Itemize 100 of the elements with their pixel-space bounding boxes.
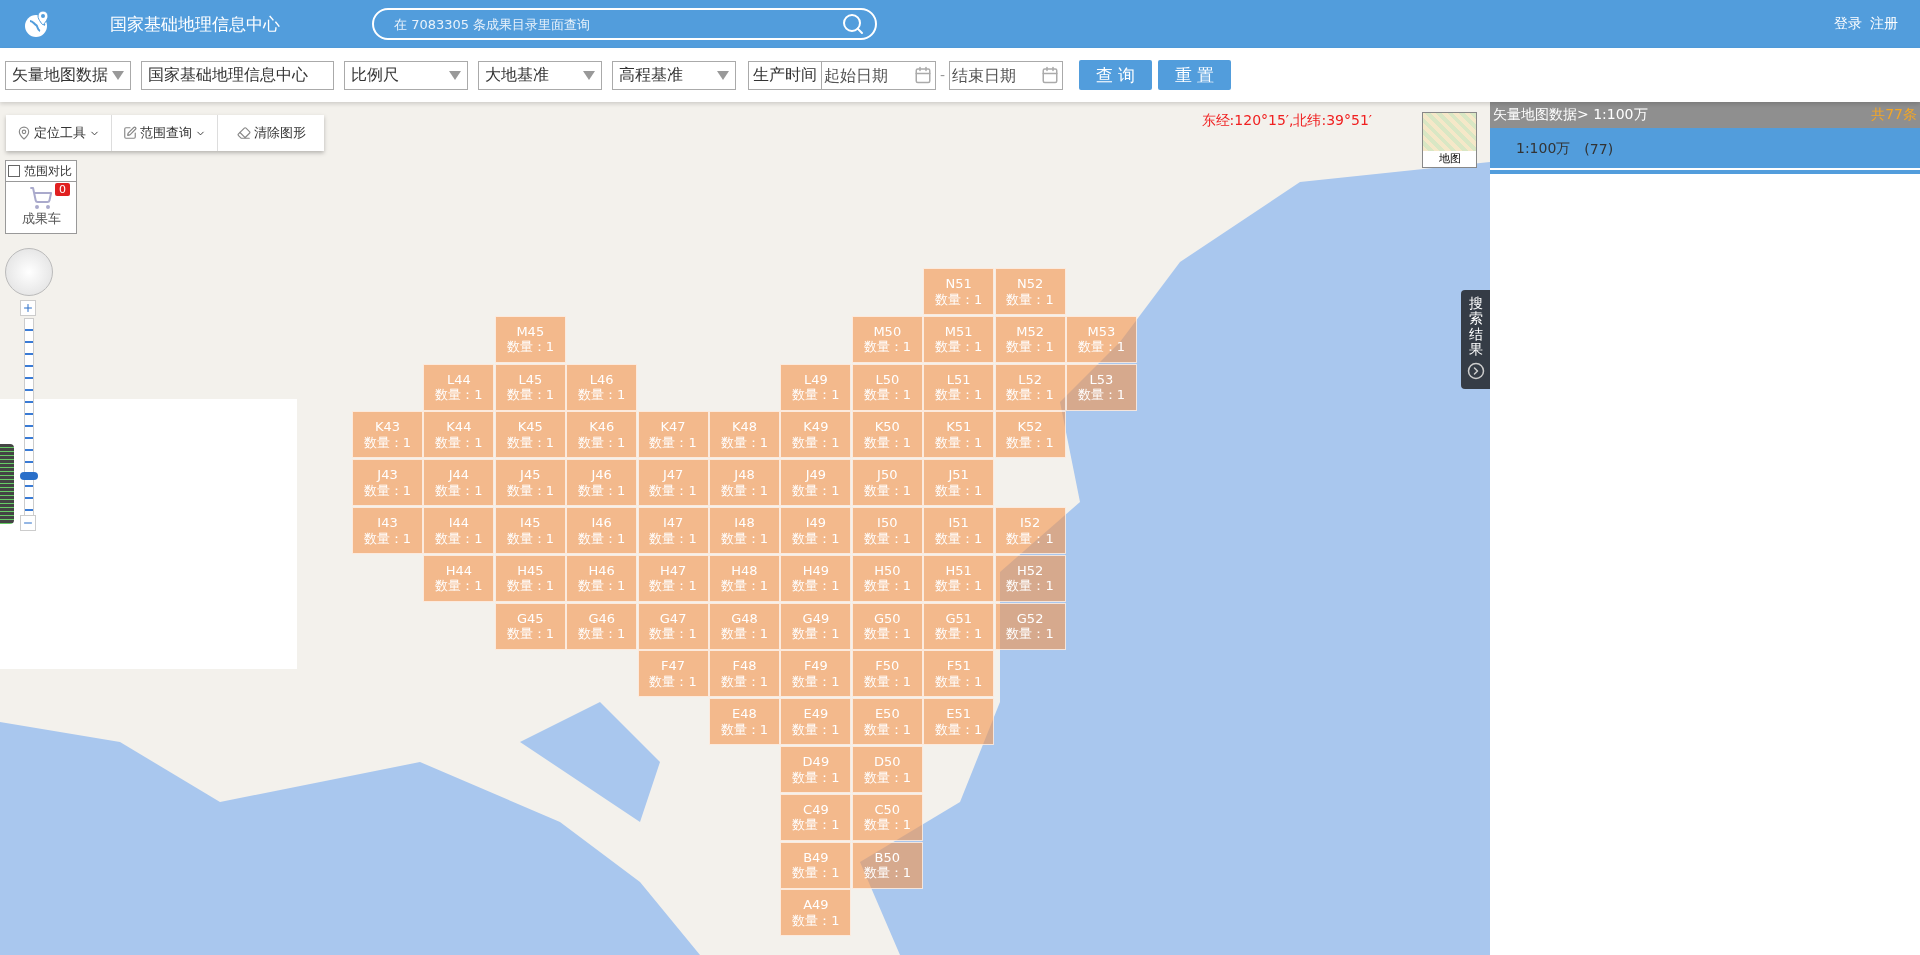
map-sheet-cell[interactable]: I47 数量：1 (637, 507, 709, 554)
map-sheet-cell[interactable]: M51 数量：1 (923, 315, 995, 363)
map-sheet-cell[interactable]: L52 数量：1 (994, 363, 1066, 411)
map-sheet-cell[interactable]: J46 数量：1 (566, 459, 638, 507)
map-sheet-cell[interactable]: G48 数量：1 (709, 602, 780, 650)
map-sheet-cell[interactable]: I49 数量：1 (780, 507, 852, 554)
map-sheet-cell[interactable]: L49 数量：1 (780, 363, 852, 411)
reset-button[interactable]: 重 置 (1158, 60, 1232, 90)
map-sheet-cell[interactable]: H52 数量：1 (994, 554, 1066, 602)
map-sheet-cell[interactable]: L46 数量：1 (566, 363, 638, 411)
map-sheet-cell[interactable]: F51 数量：1 (923, 650, 995, 698)
search-field[interactable]: 在 7083305 条成果目录里面查询 (372, 8, 877, 40)
map-sheet-cell[interactable]: I50 数量：1 (851, 507, 923, 554)
map-sheet-cell[interactable]: I44 数量：1 (423, 507, 495, 554)
map-tool-button[interactable]: 清除图形 (218, 115, 324, 151)
map-sheet-cell[interactable]: E48 数量：1 (709, 698, 780, 746)
map-sheet-cell[interactable]: C50 数量：1 (851, 793, 923, 841)
map-sheet-cell[interactable]: J49 数量：1 (780, 459, 852, 507)
map-sheet-cell[interactable]: G52 数量：1 (994, 602, 1066, 650)
map-sheet-cell[interactable]: I52 数量：1 (994, 507, 1066, 554)
map-sheet-cell[interactable]: J45 数量：1 (494, 459, 566, 507)
search-results-tab[interactable]: 搜索结果 (1461, 290, 1490, 389)
map-sheet-cell[interactable]: J51 数量：1 (923, 459, 995, 507)
map-sheet-cell[interactable]: J44 数量：1 (423, 459, 495, 507)
map-sheet-cell[interactable]: I46 数量：1 (566, 507, 638, 554)
map-sheet-cell[interactable]: F48 数量：1 (709, 650, 780, 698)
map-sheet-cell[interactable]: K52 数量：1 (994, 411, 1066, 459)
map-sheet-cell[interactable]: L50 数量：1 (851, 363, 923, 411)
map-tool-button[interactable]: 定位工具 (6, 115, 112, 151)
map-sheet-cell[interactable]: F49 数量：1 (780, 650, 852, 698)
map-sheet-cell[interactable]: M50 数量：1 (851, 315, 923, 363)
map-sheet-cell[interactable]: K48 数量：1 (709, 411, 780, 459)
map-sheet-cell[interactable]: F47 数量：1 (637, 650, 709, 698)
map-sheet-cell[interactable]: B49 数量：1 (780, 841, 852, 889)
map-sheet-cell[interactable]: H49 数量：1 (780, 554, 852, 602)
map-sheet-cell[interactable]: B50 数量：1 (851, 841, 923, 889)
map-sheet-cell[interactable]: K46 数量：1 (566, 411, 638, 459)
filter-dropdown[interactable]: 高程基准 (612, 60, 736, 90)
start-date-field[interactable]: 起始日期 (822, 60, 936, 90)
map-sheet-cell[interactable]: F50 数量：1 (851, 650, 923, 698)
map-sheet-cell[interactable]: K43 数量：1 (352, 411, 423, 459)
zoom-in-button[interactable] (20, 300, 36, 316)
map-sheet-cell[interactable]: G47 数量：1 (637, 602, 709, 650)
map-sheet-cell[interactable]: L53 数量：1 (1066, 363, 1137, 411)
filter-dropdown[interactable]: 矢量地图数据 (5, 60, 131, 90)
map-sheet-cell[interactable]: H46 数量：1 (566, 554, 638, 602)
filter-dropdown[interactable]: 大地基准 (478, 60, 602, 90)
map-sheet-cell[interactable]: K44 数量：1 (423, 411, 495, 459)
map-sheet-cell[interactable]: J48 数量：1 (709, 459, 780, 507)
map-sheet-cell[interactable]: G45 数量：1 (494, 602, 566, 650)
calendar-icon[interactable] (914, 65, 932, 84)
end-date-field[interactable]: 结束日期 (949, 60, 1064, 90)
map-sheet-cell[interactable]: J43 数量：1 (352, 459, 423, 507)
map-sheet-cell[interactable]: K51 数量：1 (923, 411, 995, 459)
map-sheet-cell[interactable]: L45 数量：1 (494, 363, 566, 411)
layer-switch-button[interactable]: 地图 (1422, 112, 1477, 168)
zoom-out-button[interactable] (20, 515, 36, 531)
header-link[interactable]: 登录 (1834, 15, 1862, 33)
map-sheet-cell[interactable]: H45 数量：1 (494, 554, 566, 602)
map-sheet-cell[interactable]: N51 数量：1 (923, 268, 995, 315)
map-sheet-cell[interactable]: G49 数量：1 (780, 602, 852, 650)
result-item[interactable]: 1:100万 (77) (1490, 128, 1920, 174)
map-sheet-cell[interactable]: J50 数量：1 (851, 459, 923, 507)
map-sheet-cell[interactable]: H48 数量：1 (709, 554, 780, 602)
filter-field[interactable]: 国家基础地理信息中心 (141, 60, 334, 90)
map-sheet-cell[interactable]: I43 数量：1 (352, 507, 423, 554)
map-tool-button[interactable]: 范围查询 (112, 115, 218, 151)
map-sheet-cell[interactable]: A49 数量：1 (780, 889, 852, 937)
map-sheet-cell[interactable]: I51 数量：1 (923, 507, 995, 554)
map-sheet-cell[interactable]: N52 数量：1 (994, 268, 1066, 315)
calendar-icon[interactable] (1041, 65, 1060, 84)
map-sheet-cell[interactable]: I48 数量：1 (709, 507, 780, 554)
map-sheet-cell[interactable]: G50 数量：1 (851, 602, 923, 650)
map-sheet-cell[interactable]: K50 数量：1 (851, 411, 923, 459)
map-sheet-cell[interactable]: E49 数量：1 (780, 698, 852, 746)
map-sheet-cell[interactable]: H47 数量：1 (637, 554, 709, 602)
filter-dropdown[interactable]: 比例尺 (344, 60, 468, 90)
header-link[interactable]: 注册 (1870, 15, 1898, 33)
map-sheet-cell[interactable]: L44 数量：1 (423, 363, 495, 411)
map-sheet-cell[interactable]: D50 数量：1 (851, 746, 923, 793)
map-sheet-cell[interactable]: H44 数量：1 (423, 554, 495, 602)
map-sheet-cell[interactable]: M53 数量：1 (1066, 315, 1137, 363)
map-sheet-cell[interactable]: G46 数量：1 (566, 602, 638, 650)
map-sheet-cell[interactable]: K47 数量：1 (637, 411, 709, 459)
compare-checkbox[interactable]: 范围对比 (5, 160, 77, 182)
map-sheet-cell[interactable]: M52 数量：1 (994, 315, 1066, 363)
map-sheet-cell[interactable]: L51 数量：1 (923, 363, 995, 411)
map-sheet-cell[interactable]: J47 数量：1 (637, 459, 709, 507)
zoom-slider-thumb[interactable] (20, 471, 38, 480)
map-sheet-cell[interactable]: I45 数量：1 (494, 507, 566, 554)
cart-button[interactable]: 成果车 0 (5, 182, 77, 234)
map-sheet-cell[interactable]: H51 数量：1 (923, 554, 995, 602)
map-sheet-cell[interactable]: K45 数量：1 (494, 411, 566, 459)
map-sheet-cell[interactable]: G51 数量：1 (923, 602, 995, 650)
search-icon[interactable] (841, 12, 865, 36)
map-sheet-cell[interactable]: K49 数量：1 (780, 411, 852, 459)
map-sheet-cell[interactable]: E50 数量：1 (851, 698, 923, 746)
map-sheet-cell[interactable]: C49 数量：1 (780, 793, 852, 841)
map-sheet-cell[interactable]: D49 数量：1 (780, 746, 852, 793)
map-sheet-cell[interactable]: H50 数量：1 (851, 554, 923, 602)
